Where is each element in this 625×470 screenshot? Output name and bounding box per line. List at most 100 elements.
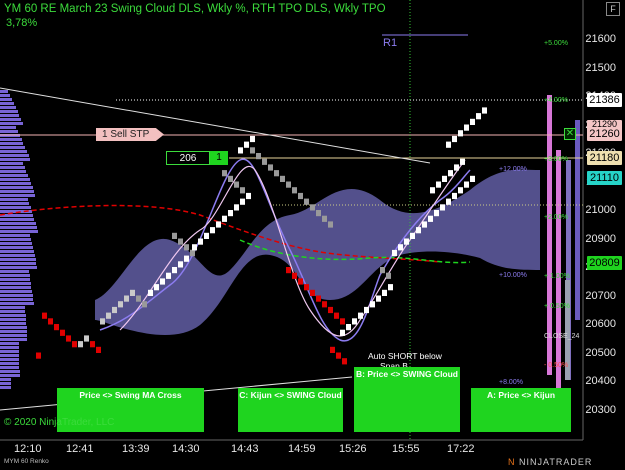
price-tick-label: 20700 (585, 289, 616, 302)
renko-brick (446, 141, 451, 148)
volume-profile-bar (0, 194, 35, 197)
volume-profile-bar (0, 110, 18, 113)
volume-profile-bar (0, 202, 29, 205)
volume-profile-bar (0, 146, 25, 149)
pct-label-0-5: + 0.50% (544, 303, 570, 310)
volume-profile-bar (0, 94, 10, 97)
renko-brick (388, 284, 393, 291)
renko-brick (54, 324, 59, 331)
order-count-box[interactable]: 1 (210, 151, 228, 165)
tpo-profile-column (575, 120, 580, 320)
renko-brick (328, 221, 333, 228)
volume-profile-bar (0, 254, 35, 257)
volume-profile-bar (0, 178, 30, 181)
ninjatrader-logo: N NINJATRADER (508, 457, 593, 467)
volume-profile-bar (0, 98, 12, 101)
price-tick-label: 20300 (585, 403, 616, 416)
price-tick-label: 21000 (585, 204, 616, 216)
renko-brick (304, 198, 309, 205)
renko-brick (342, 358, 347, 365)
volume-profile-bar (0, 186, 33, 189)
chart-window: YM 60 RE March 23 Swing Cloud DLS, Wkly … (0, 0, 625, 470)
renko-brick (184, 255, 189, 262)
volume-profile-bar (0, 270, 29, 273)
renko-brick (334, 312, 339, 319)
renko-brick (322, 301, 327, 308)
renko-brick (148, 289, 153, 296)
order-quantity-box[interactable]: 206 (166, 151, 210, 165)
renko-brick (352, 318, 357, 325)
sell-stop-order-tag[interactable]: 1 Sell STP (96, 128, 164, 141)
renko-brick (464, 181, 469, 188)
volume-profile-bar (0, 274, 30, 277)
renko-brick (448, 170, 453, 177)
volume-profile-bar (0, 114, 19, 117)
close-24-label: CLOSE_24 (544, 333, 580, 340)
renko-brick (210, 227, 215, 234)
time-tick-label: 13:39 (122, 443, 150, 455)
renko-brick (222, 215, 227, 222)
renko-brick (452, 192, 457, 200)
renko-brick (440, 204, 445, 211)
price-tick-label: 20500 (585, 346, 616, 359)
volume-profile-bar (0, 158, 30, 161)
volume-profile-bar (0, 238, 31, 241)
renko-brick (464, 124, 469, 131)
volume-profile-bar (0, 322, 26, 325)
renko-brick (78, 341, 83, 348)
signal-box-price-swing-cloud: B: Price <> SWING Cloud (354, 367, 460, 432)
copyright-text: © 2020 NinjaTrader, LLC (4, 417, 115, 428)
renko-brick (428, 215, 433, 222)
renko-brick (386, 272, 391, 279)
volume-profile-bar (0, 106, 16, 109)
renko-brick (370, 301, 375, 308)
volume-profile-bar (0, 334, 27, 337)
renko-brick (72, 341, 77, 348)
renko-brick (304, 284, 309, 291)
volume-profile-bar (0, 298, 33, 301)
chart-percent: 3,78% (6, 17, 38, 29)
renko-brick (66, 335, 71, 342)
time-tick-label: 17:22 (447, 443, 475, 455)
close-x-icon[interactable]: ✕ (564, 128, 576, 140)
renko-brick (136, 295, 141, 302)
volume-profile-bar (0, 278, 30, 281)
renko-brick (160, 278, 165, 285)
renko-brick (100, 318, 105, 325)
pct-label-3: +3.00% (544, 156, 568, 163)
renko-brick (340, 329, 345, 336)
signal-box-kijun-swing-cloud: C: Kijun <> SWING Cloud (238, 388, 343, 432)
renko-brick (382, 289, 387, 296)
volume-profile-bar (0, 338, 27, 341)
price-tick-label: 20600 (585, 318, 616, 330)
renko-brick (124, 295, 129, 302)
volume-profile-bar (0, 150, 27, 153)
renko-brick (154, 284, 159, 291)
volume-profile-bar (0, 282, 31, 285)
renko-brick (322, 215, 327, 222)
volume-profile-bar (0, 174, 28, 177)
renko-brick (398, 244, 403, 251)
volume-profile-bar (0, 130, 18, 133)
volume-profile-bar (0, 250, 34, 253)
volume-profile-bar (0, 326, 27, 329)
renko-brick (172, 267, 177, 274)
float-panel-button[interactable]: F (606, 2, 620, 16)
renko-brick (246, 192, 251, 200)
volume-profile-bar (0, 366, 19, 369)
pct-label-2: +2.00% (544, 214, 568, 221)
time-tick-label: 14:59 (288, 443, 316, 455)
volume-profile-bar (0, 266, 37, 269)
volume-profile-bar (0, 350, 19, 353)
renko-brick (222, 170, 227, 177)
renko-brick (310, 204, 315, 211)
renko-brick (422, 221, 427, 228)
renko-brick (250, 147, 255, 154)
instrument-label: MYM 60 Renko (4, 458, 49, 465)
renko-brick (228, 210, 233, 217)
volume-profile-bar (0, 226, 37, 229)
volume-profile-bar (0, 162, 23, 165)
renko-brick (380, 267, 385, 274)
renko-brick (234, 181, 239, 188)
renko-brick (48, 318, 53, 325)
